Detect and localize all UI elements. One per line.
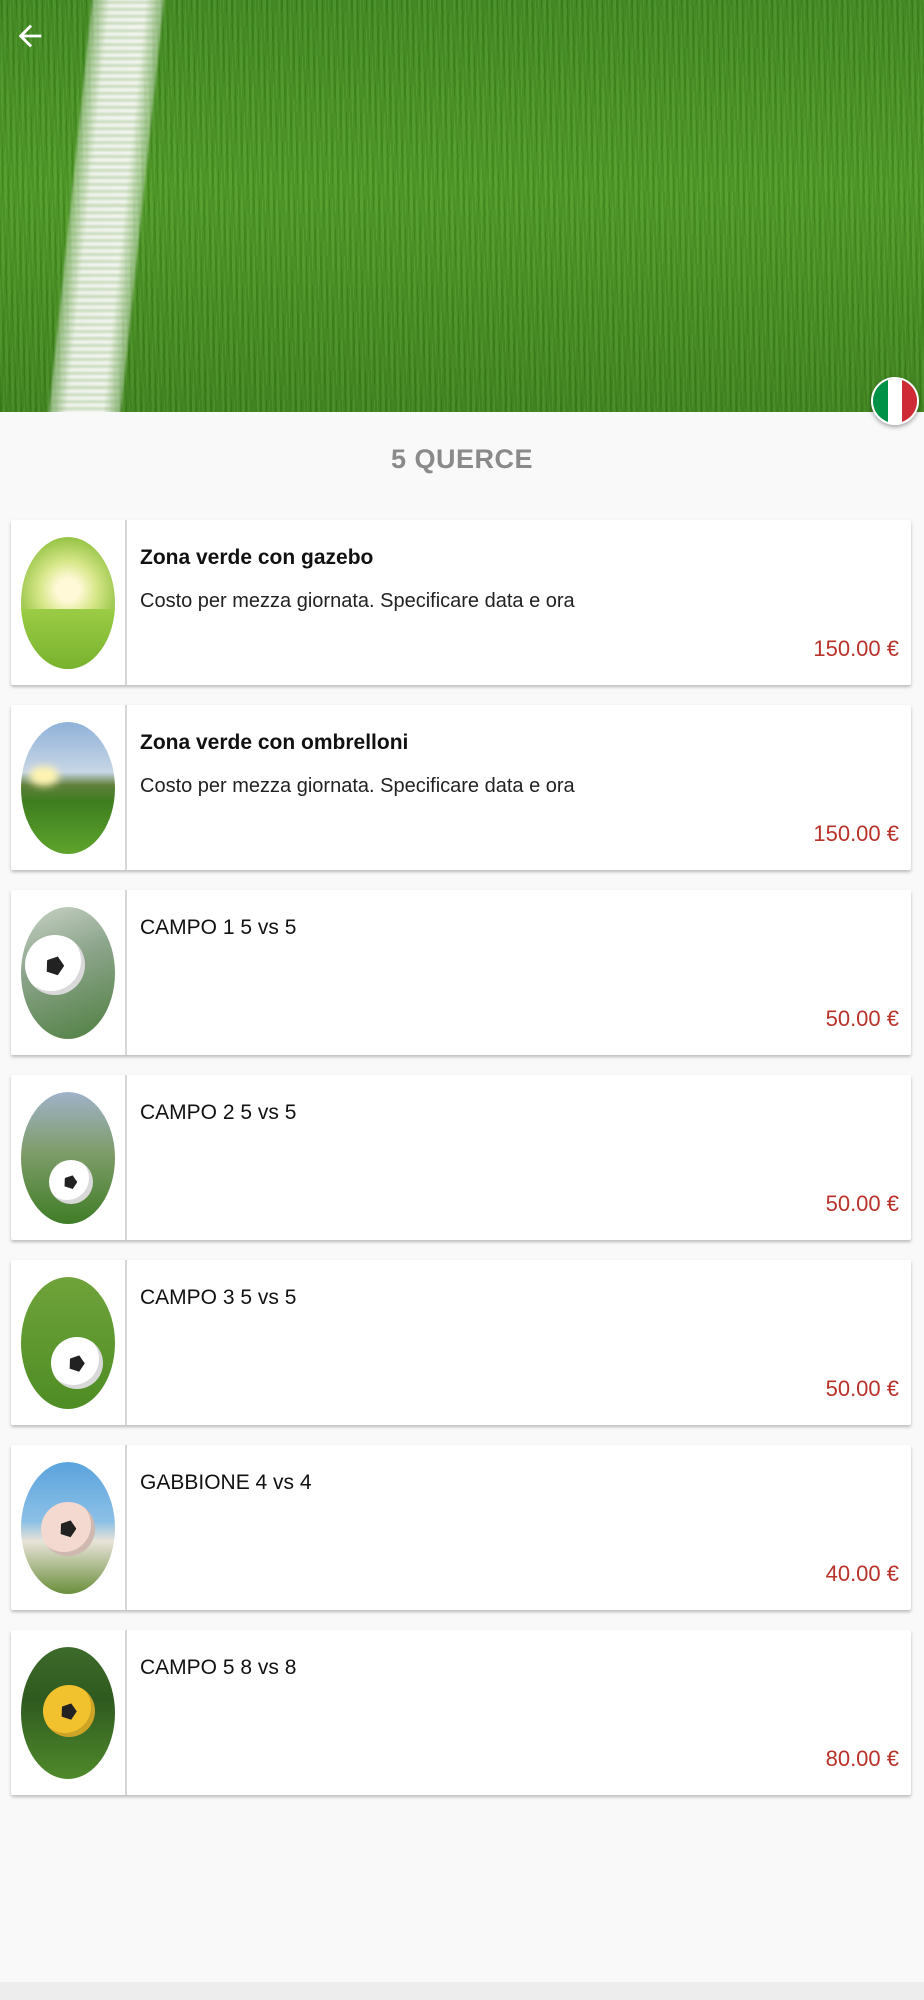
item-title: CAMPO 5 8 vs 8 bbox=[140, 1656, 297, 1679]
page-title: 5 QUERCE bbox=[390, 444, 534, 474]
item-title: GABBIONE 4 vs 4 bbox=[140, 1471, 312, 1494]
item-price: 50.00 € bbox=[825, 1191, 899, 1216]
bottom-bar bbox=[0, 1982, 924, 2000]
green-field-sunset-image bbox=[21, 721, 115, 854]
item-price: 150.00 € bbox=[813, 636, 899, 661]
list-item[interactable]: CAMPO 5 8 vs 8 80.00 € bbox=[11, 1630, 911, 1795]
item-price: 50.00 € bbox=[825, 1376, 899, 1401]
item-description: Costo per mezza giornata. Specificare da… bbox=[140, 590, 575, 612]
soccer-ball-goal-image bbox=[21, 906, 115, 1039]
soccer-boots-ball-image bbox=[21, 1276, 115, 1409]
item-title: Zona verde con ombrelloni bbox=[140, 731, 409, 754]
goalkeeper-gloves-image bbox=[21, 1461, 115, 1594]
item-title: CAMPO 2 5 vs 5 bbox=[140, 1101, 297, 1124]
item-price: 80.00 € bbox=[825, 1746, 899, 1771]
flag-stripe-green bbox=[873, 379, 888, 423]
list-item[interactable]: Zona verde con gazebo Costo per mezza gi… bbox=[11, 520, 911, 685]
field-line bbox=[45, 0, 167, 412]
arrow-left-icon bbox=[18, 24, 42, 48]
facility-list: Zona verde con gazebo Costo per mezza gi… bbox=[11, 520, 911, 1815]
item-description: Costo per mezza giornata. Specificare da… bbox=[140, 775, 575, 797]
flag-stripe-white bbox=[887, 379, 903, 423]
soccer-ball-field-image bbox=[21, 1091, 115, 1224]
green-park-image bbox=[21, 536, 115, 669]
item-price: 150.00 € bbox=[813, 821, 899, 846]
language-flag-button[interactable] bbox=[871, 377, 919, 425]
list-item[interactable]: Zona verde con ombrelloni Costo per mezz… bbox=[11, 705, 911, 870]
item-title: Zona verde con gazebo bbox=[140, 546, 374, 569]
header-banner-image bbox=[0, 0, 924, 412]
list-item[interactable]: GABBIONE 4 vs 4 40.00 € bbox=[11, 1445, 911, 1610]
list-item[interactable]: CAMPO 2 5 vs 5 50.00 € bbox=[11, 1075, 911, 1240]
item-price: 50.00 € bbox=[825, 1006, 899, 1031]
item-price: 40.00 € bbox=[825, 1561, 899, 1586]
list-item[interactable]: CAMPO 3 5 vs 5 50.00 € bbox=[11, 1260, 911, 1425]
back-button[interactable] bbox=[8, 14, 52, 58]
hands-holding-ball-image bbox=[21, 1646, 115, 1779]
item-title: CAMPO 3 5 vs 5 bbox=[140, 1286, 297, 1309]
item-title: CAMPO 1 5 vs 5 bbox=[140, 916, 297, 939]
list-item[interactable]: CAMPO 1 5 vs 5 50.00 € bbox=[11, 890, 911, 1055]
